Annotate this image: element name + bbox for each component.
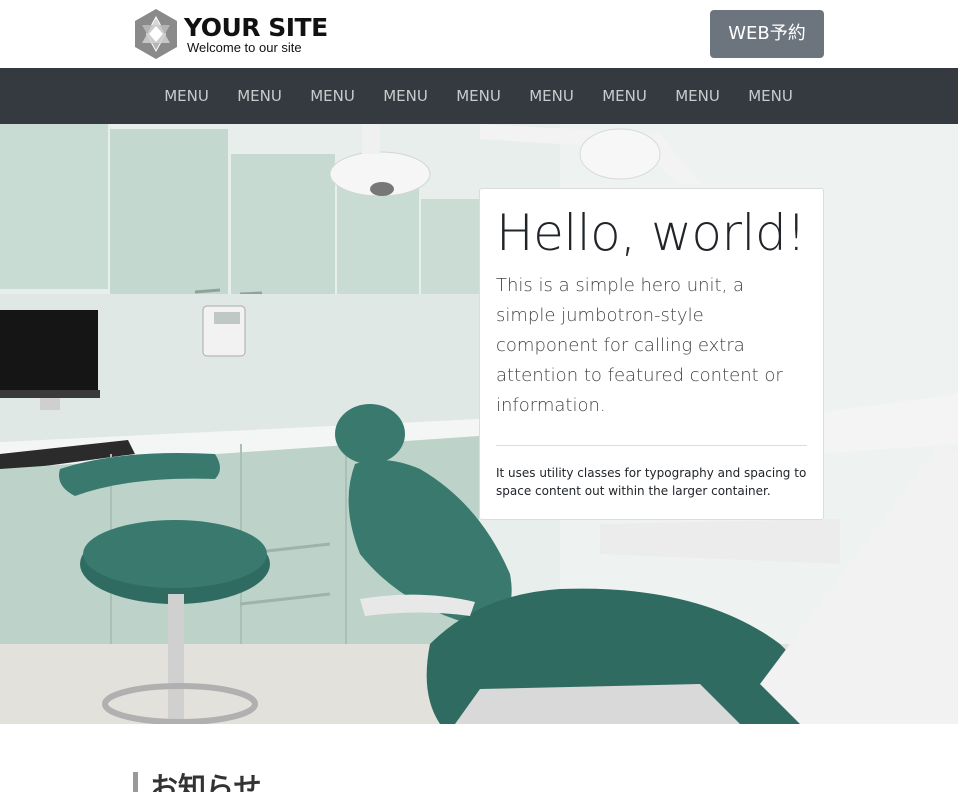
nav-list: MENU MENU MENU MENU MENU MENU MENU MENU … bbox=[150, 68, 807, 124]
logo-title: YOUR SITE bbox=[184, 13, 328, 42]
logo-subtitle: Welcome to our site bbox=[187, 40, 302, 55]
hero-lead: This is a simple hero unit, a simple jum… bbox=[496, 275, 783, 416]
nav-item-menu-2[interactable]: MENU bbox=[223, 68, 296, 124]
site-header: YOUR SITE Welcome to our site WEB予約 bbox=[0, 0, 958, 68]
hero-card: Hello, world! This is a simple hero unit… bbox=[479, 188, 824, 520]
nav-item-menu-3[interactable]: MENU bbox=[296, 68, 369, 124]
hero-small-text: It uses utility classes for typography a… bbox=[496, 466, 807, 498]
web-reservation-button[interactable]: WEB予約 bbox=[710, 10, 824, 58]
hexagram-logo-icon bbox=[135, 9, 177, 59]
hero-section: Hello, world! This is a simple hero unit… bbox=[0, 124, 958, 724]
nav-item-menu-6[interactable]: MENU bbox=[515, 68, 588, 124]
nav-item-menu-7[interactable]: MENU bbox=[588, 68, 661, 124]
nav-item-menu-4[interactable]: MENU bbox=[369, 68, 442, 124]
hero-title: Hello, world! bbox=[496, 204, 806, 262]
site-logo[interactable]: YOUR SITE Welcome to our site bbox=[133, 8, 328, 60]
news-section: お知らせ bbox=[133, 772, 261, 792]
news-heading: お知らせ bbox=[150, 771, 262, 792]
hero-divider bbox=[496, 445, 807, 446]
nav-item-menu-9[interactable]: MENU bbox=[734, 68, 807, 124]
main-nav: MENU MENU MENU MENU MENU MENU MENU MENU … bbox=[0, 68, 958, 124]
nav-item-menu-1[interactable]: MENU bbox=[150, 68, 223, 124]
nav-item-menu-5[interactable]: MENU bbox=[442, 68, 515, 124]
nav-item-menu-8[interactable]: MENU bbox=[661, 68, 734, 124]
